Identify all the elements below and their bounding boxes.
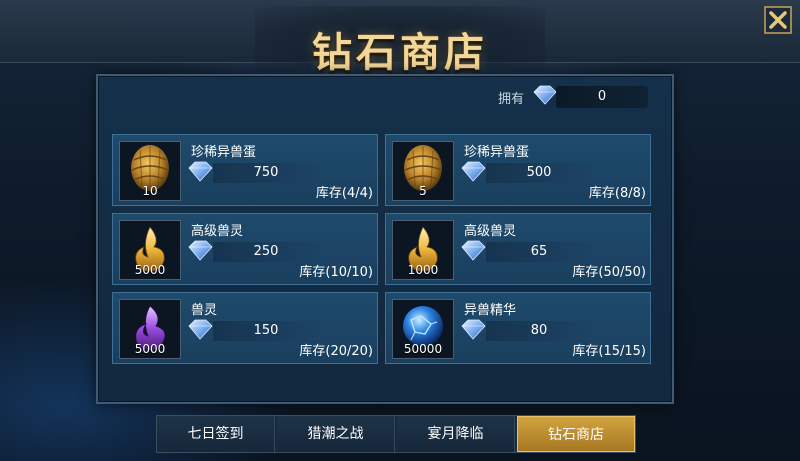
item-stock: 库存(20/20) [299,344,373,359]
item-name: 兽灵 [191,303,218,318]
close-icon [764,6,792,34]
shop-item-card[interactable]: 10 珍稀异兽蛋 750 库存(4/4) [112,134,378,206]
diamond-icon [461,240,486,261]
tab-1[interactable]: 七日签到 [157,416,275,452]
item-stock: 库存(15/15) [572,344,646,359]
item-quantity: 5000 [134,342,166,356]
item-quantity: 5000 [134,263,166,277]
item-icon-frame: 10 [119,141,181,201]
item-icon-frame: 5000 [119,220,181,280]
item-stock: 库存(8/8) [588,186,646,201]
title-plate: 钻石商店 [255,6,545,76]
shop-item-card[interactable]: 50000 异兽精华 80 库存(15/15) [385,292,651,364]
close-button[interactable] [762,4,794,36]
item-name: 异兽精华 [464,303,517,318]
tab-3[interactable]: 宴月降临 [397,416,515,452]
item-quantity: 5 [419,184,427,198]
item-price: 750 [213,163,319,183]
shop-item-card[interactable]: 5000 高级兽灵 250 库存(10/10) [112,213,378,285]
item-quantity: 10 [142,184,158,198]
item-stock: 库存(4/4) [315,186,373,201]
item-quantity: 50000 [403,342,443,356]
item-quantity: 1000 [407,263,439,277]
diamond-icon [188,161,213,182]
item-price: 65 [486,242,592,262]
item-price: 150 [213,321,319,341]
item-icon-frame: 5000 [119,299,181,359]
item-icon-frame: 1000 [392,220,454,280]
page-title: 钻石商店 [312,29,488,76]
item-icon-frame: 5 [392,141,454,201]
balance-value: 0 [556,86,648,108]
diamond-icon [461,161,486,182]
shop-item-card[interactable]: 5000 兽灵 150 库存(20/20) [112,292,378,364]
balance-label: 拥有 [498,92,525,107]
item-stock: 库存(50/50) [572,265,646,280]
tab-4[interactable]: 钻石商店 [517,416,635,452]
tab-2[interactable]: 猎潮之战 [277,416,395,452]
diamond-icon [188,319,213,340]
shop-screen: 钻石商店 拥有 0 10 珍稀异兽蛋 750 库存(4/4) 5 珍稀异兽蛋 500 库存(8… [0,0,800,461]
item-price: 80 [486,321,592,341]
item-name: 珍稀异兽蛋 [464,145,530,160]
item-name: 高级兽灵 [464,224,517,239]
diamond-icon [188,240,213,261]
diamond-icon [533,85,557,105]
item-price: 250 [213,242,319,262]
diamond-icon [461,319,486,340]
item-name: 珍稀异兽蛋 [191,145,257,160]
item-icon-frame: 50000 [392,299,454,359]
item-name: 高级兽灵 [191,224,244,239]
item-price: 500 [486,163,592,183]
item-stock: 库存(10/10) [299,265,373,280]
tab-bar: 七日签到 猎潮之战 宴月降临 钻石商店 [156,415,636,453]
shop-item-card[interactable]: 5 珍稀异兽蛋 500 库存(8/8) [385,134,651,206]
shop-item-card[interactable]: 1000 高级兽灵 65 库存(50/50) [385,213,651,285]
